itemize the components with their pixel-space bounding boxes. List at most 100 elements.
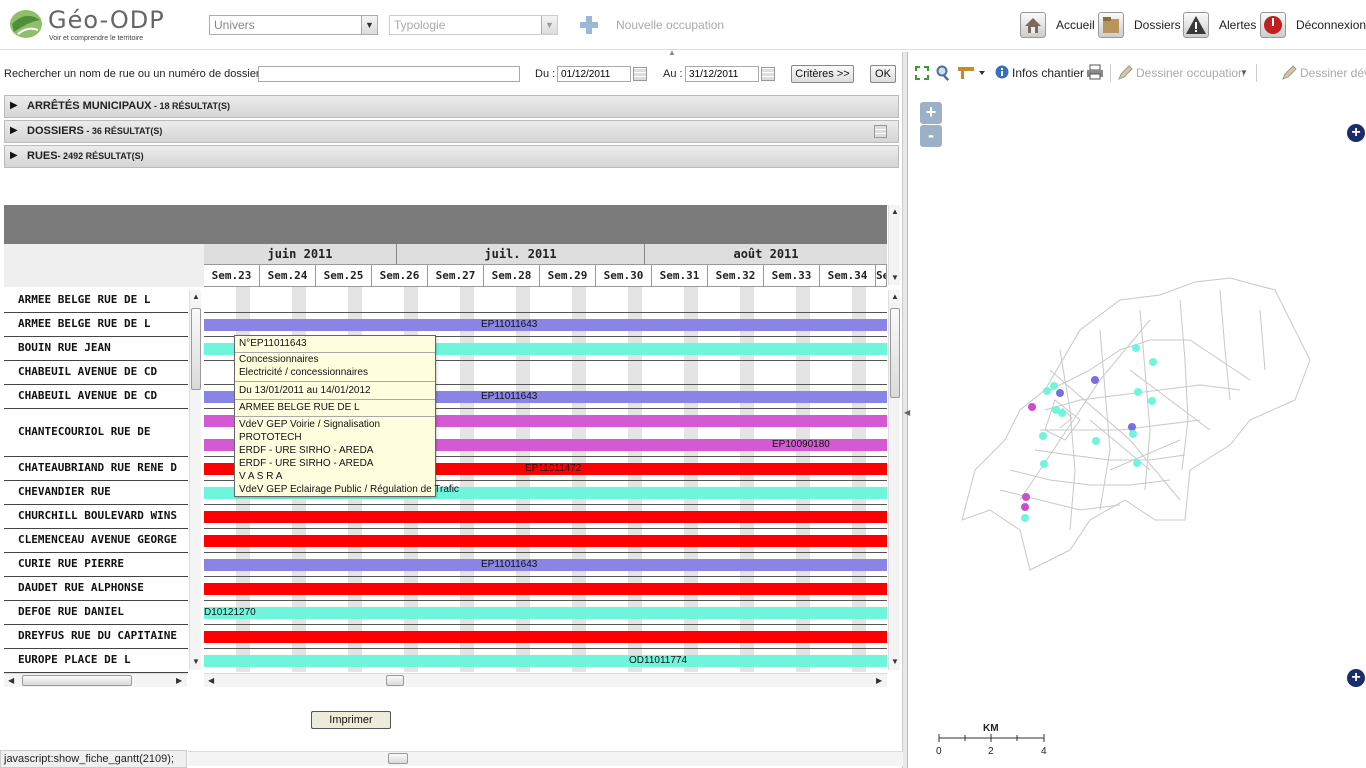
collapse-arrow-icon[interactable]: ▲ <box>668 48 676 57</box>
gantt-bar[interactable] <box>204 511 887 523</box>
calendar-icon[interactable] <box>761 67 775 81</box>
gantt-bar[interactable]: EP11011643 <box>204 319 887 331</box>
date-from-input[interactable] <box>557 66 631 82</box>
printer-icon[interactable] <box>1086 64 1104 83</box>
calendar-icon[interactable] <box>633 67 647 81</box>
occupation-marker[interactable] <box>1043 387 1051 395</box>
occupation-marker[interactable] <box>1128 423 1136 431</box>
expand-plus-icon[interactable]: + <box>1347 124 1365 142</box>
arrow-up-icon[interactable]: ▲ <box>891 292 899 301</box>
occupation-marker[interactable] <box>1021 514 1029 522</box>
arrow-up-icon[interactable]: ▲ <box>891 207 899 216</box>
street-row-label[interactable]: CHURCHILL BOULEVARD WINS <box>4 505 188 529</box>
gantt-bar[interactable] <box>204 535 887 547</box>
scroll-thumb[interactable] <box>388 753 408 764</box>
magnifier-icon[interactable] <box>936 65 952 84</box>
arrow-right-icon[interactable]: ▶ <box>176 676 182 685</box>
dessiner-dev-button[interactable]: Dessiner dév <box>1300 66 1366 80</box>
occupation-marker[interactable] <box>1039 432 1047 440</box>
arrow-up-icon[interactable]: ▲ <box>192 292 200 301</box>
arrow-down-icon[interactable]: ▼ <box>891 657 899 666</box>
street-row-label[interactable]: CHEVANDIER RUE <box>4 481 188 505</box>
arrow-right-icon[interactable]: ▶ <box>876 676 882 685</box>
accordion-arretes[interactable]: ▶ ARRÊTÉS MUNICIPAUX - 18 RÉSULTAT(S) <box>4 95 899 118</box>
imprimer-button[interactable]: Imprimer <box>311 711 391 729</box>
zoom-out-button[interactable]: - <box>920 125 942 147</box>
grid-scrollbar[interactable]: ▲ ▼ <box>888 290 900 670</box>
scroll-thumb[interactable] <box>890 308 900 398</box>
street-row-label[interactable]: DAUDET RUE ALPHONSE <box>4 577 188 601</box>
occupation-marker[interactable] <box>1148 397 1156 405</box>
streets-hscrollbar[interactable]: ◀ ▶ <box>4 673 187 687</box>
gantt-bar[interactable] <box>204 631 887 643</box>
occupation-marker[interactable] <box>1133 459 1141 467</box>
occupation-marker[interactable] <box>1091 376 1099 384</box>
infos-chantier-button[interactable]: Infos chantier <box>1012 66 1084 80</box>
nav-deconnexion[interactable]: Déconnexion <box>1260 12 1366 38</box>
nav-dossiers[interactable]: Dossiers <box>1098 12 1184 38</box>
street-row-label[interactable]: CLEMENCEAU AVENUE GEORGE <box>4 529 188 553</box>
street-row-label[interactable]: DEFOE RUE DANIEL <box>4 601 188 625</box>
street-row-label[interactable]: BOUIN RUE JEAN <box>4 337 188 361</box>
arrow-down-icon[interactable]: ▼ <box>891 273 899 282</box>
street-row-label[interactable]: CHABEUIL AVENUE DE CD <box>4 361 188 385</box>
street-row-label[interactable]: CHANTECOURIOL RUE DE <box>4 409 188 457</box>
typologie-select[interactable]: Typologie ▼ <box>389 15 558 35</box>
nav-alertes[interactable]: Alertes <box>1183 12 1257 38</box>
panel-hscrollbar[interactable] <box>188 751 903 766</box>
city-street-map[interactable] <box>950 270 1320 590</box>
pencil-icon[interactable] <box>1281 65 1297 84</box>
arrow-down-icon[interactable]: ▼ <box>192 657 200 666</box>
criteres-button[interactable]: Critères >> <box>791 65 854 83</box>
nav-accueil[interactable]: Accueil <box>1020 12 1100 38</box>
app-logo[interactable]: Géo-ODP Voir et comprendre le territoire <box>8 4 168 46</box>
gantt-bar[interactable]: EP11011643 <box>204 559 887 571</box>
measure-tool-icon[interactable] <box>957 64 985 83</box>
street-row-label[interactable]: ARMEE BELGE RUE DE L <box>4 313 188 337</box>
arrow-left-icon[interactable]: ◀ <box>8 676 14 685</box>
scroll-thumb[interactable] <box>191 308 201 390</box>
univers-select[interactable]: Univers ▼ <box>209 15 378 35</box>
street-row-label[interactable]: DREYFUS RUE DU CAPITAINE <box>4 625 188 649</box>
zoom-in-button[interactable]: + <box>920 102 942 124</box>
gantt-bar[interactable] <box>204 583 887 595</box>
ok-button[interactable]: OK <box>870 65 896 83</box>
info-icon[interactable] <box>995 65 1009 82</box>
header-scrollbar[interactable]: ▲ ▼ <box>888 205 900 285</box>
dessiner-occupation-button[interactable]: Dessiner occupation <box>1136 66 1245 80</box>
street-row-label[interactable]: CURIE RUE PIERRE <box>4 553 188 577</box>
street-row-label[interactable]: EUROPE PLACE DE L <box>4 649 188 673</box>
grid-hscrollbar[interactable]: ◀ ▶ <box>204 673 887 687</box>
street-row-label[interactable]: CHATEAUBRIAND RUE RENE D <box>4 457 188 481</box>
calendar-icon[interactable] <box>874 125 887 138</box>
scroll-thumb[interactable] <box>22 675 132 686</box>
occupation-marker[interactable] <box>1058 409 1066 417</box>
date-to-input[interactable] <box>685 66 759 82</box>
street-row-label[interactable]: CHABEUIL AVENUE DE CD <box>4 385 188 409</box>
occupation-marker[interactable] <box>1040 460 1048 468</box>
occupation-marker[interactable] <box>1050 382 1058 390</box>
expand-plus-icon[interactable]: + <box>1347 669 1365 687</box>
zoom-extent-icon[interactable] <box>915 66 929 83</box>
streets-scrollbar[interactable]: ▲ ▼ <box>189 290 201 670</box>
search-input[interactable] <box>258 66 520 82</box>
arrow-left-icon[interactable]: ◀ <box>208 676 214 685</box>
occupation-marker[interactable] <box>1149 358 1157 366</box>
street-row-label[interactable]: ARMEE BELGE RUE DE L <box>4 289 188 313</box>
gantt-bar[interactable]: D10121270 <box>204 607 887 619</box>
occupation-marker[interactable] <box>1134 388 1142 396</box>
collapse-left-icon[interactable]: ◀ <box>904 408 910 417</box>
occupation-marker[interactable] <box>1129 430 1137 438</box>
accordion-dossiers[interactable]: ▶ DOSSIERS - 36 RÉSULTAT(S) <box>4 120 899 143</box>
occupation-marker[interactable] <box>1028 403 1036 411</box>
pencil-icon[interactable] <box>1117 65 1133 84</box>
chevron-down-icon[interactable]: ▼ <box>1240 68 1248 77</box>
gantt-bar[interactable]: OD11011774 <box>204 655 887 667</box>
occupation-marker[interactable] <box>1022 493 1030 501</box>
occupation-marker[interactable] <box>1021 503 1029 511</box>
accordion-rues[interactable]: ▶ RUES- 2492 RÉSULTAT(S) <box>4 145 899 168</box>
scroll-thumb[interactable] <box>386 675 404 686</box>
occupation-marker[interactable] <box>1092 437 1100 445</box>
occupation-marker[interactable] <box>1132 344 1140 352</box>
occupation-marker[interactable] <box>1056 389 1064 397</box>
